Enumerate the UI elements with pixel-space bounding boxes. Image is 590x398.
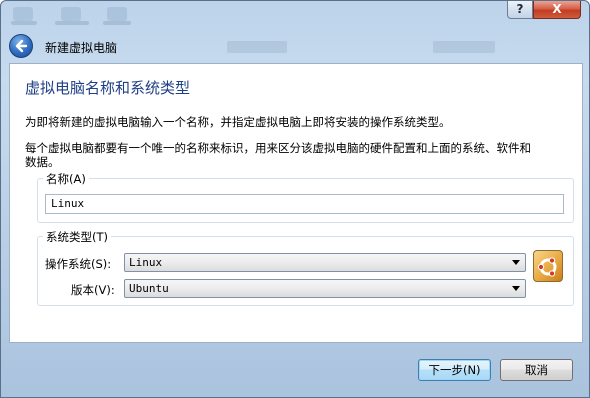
ghost-label — [11, 21, 37, 25]
page-description-2: 每个虚拟电脑都要有一个唯一的名称来标识，用来区分该虚拟电脑的硬件配置和上面的系统… — [25, 141, 531, 155]
chevron-down-icon — [512, 286, 520, 291]
wizard-window: ? X 新建虚拟电脑 虚拟电脑名称和系统类型 为即将新建的虚拟电脑输入一个名称，… — [0, 0, 590, 398]
name-input[interactable]: Linux — [45, 194, 564, 214]
wizard-title: 新建虚拟电脑 — [45, 41, 118, 55]
name-group-title: 名称(A) — [43, 171, 89, 187]
ghost-label — [55, 21, 89, 25]
page-description-2-cont: 数据。 — [25, 155, 60, 169]
back-arrow-icon — [15, 39, 28, 53]
background-toolbar-ghost — [11, 7, 161, 27]
os-select-value: Linux — [129, 256, 163, 269]
wizard-header: 新建虚拟电脑 — [3, 31, 587, 61]
os-select[interactable]: Linux — [124, 253, 526, 272]
ghost-icon — [107, 7, 127, 21]
background-ghost — [227, 41, 287, 53]
ghost-label — [103, 21, 131, 25]
ghost-icon — [61, 7, 81, 21]
os-label: 操作系统(S): — [45, 257, 112, 271]
cancel-button[interactable]: 取消 — [500, 359, 573, 381]
background-ghost — [433, 41, 495, 53]
version-select-value: Ubuntu — [129, 282, 169, 295]
close-button[interactable]: X — [533, 1, 581, 19]
help-button[interactable]: ? — [507, 1, 533, 19]
ubuntu-logo-icon — [533, 250, 563, 282]
ghost-icon — [13, 7, 33, 21]
version-select[interactable]: Ubuntu — [124, 279, 526, 298]
next-button[interactable]: 下一步(N) — [418, 359, 491, 381]
title-bar: ? X — [1, 1, 589, 29]
page-heading: 虚拟电脑名称和系统类型 — [25, 79, 191, 97]
version-label: 版本(V): — [71, 283, 115, 297]
back-button[interactable] — [9, 34, 33, 58]
page-description: 为即将新建的虚拟电脑输入一个名称，并指定虚拟电脑上即将安装的操作系统类型。 — [25, 115, 451, 129]
chevron-down-icon — [512, 260, 520, 265]
os-type-group-title: 系统类型(T) — [43, 229, 111, 245]
ubuntu-circle-icon — [537, 257, 557, 277]
